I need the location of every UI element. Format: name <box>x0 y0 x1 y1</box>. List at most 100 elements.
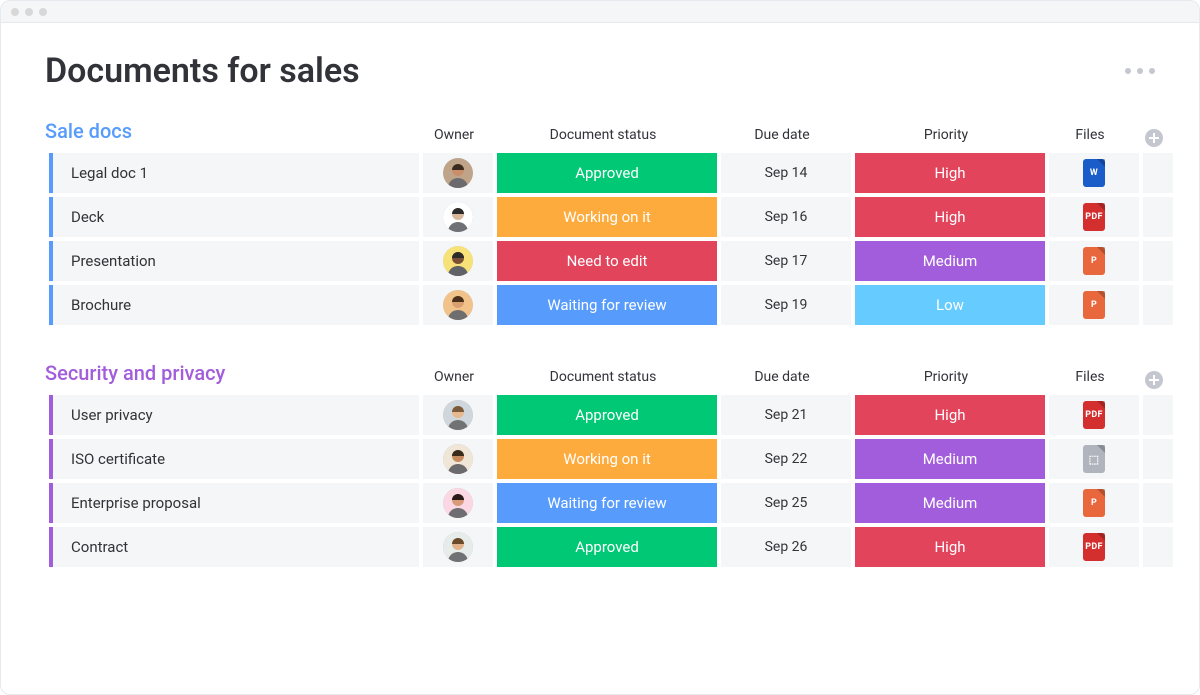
table-row[interactable]: Enterprise proposal Waiting for review S… <box>49 483 1155 523</box>
table-row[interactable]: Contract Approved Sep 26 High PDF <box>49 527 1155 567</box>
add-column-button[interactable] <box>1139 129 1169 147</box>
files-cell[interactable]: ⬚ <box>1049 439 1139 479</box>
item-name-cell[interactable]: Presentation <box>49 241 419 281</box>
page-content: Documents for sales Sale docs Owner Docu… <box>1 23 1199 613</box>
row-tail-cell <box>1143 439 1173 479</box>
word-file-icon[interactable]: W <box>1083 159 1105 187</box>
status-cell[interactable]: Waiting for review <box>497 483 717 523</box>
due-date-cell[interactable]: Sep 17 <box>721 241 851 281</box>
status-cell[interactable]: Approved <box>497 395 717 435</box>
column-header-due[interactable]: Due date <box>717 127 847 147</box>
status-cell[interactable]: Approved <box>497 527 717 567</box>
pdf-file-icon[interactable]: PDF <box>1083 533 1105 561</box>
due-date-cell[interactable]: Sep 14 <box>721 153 851 193</box>
files-cell[interactable]: P <box>1049 483 1139 523</box>
table-row[interactable]: Brochure Waiting for review Sep 19 Low P <box>49 285 1155 325</box>
pdf-file-icon[interactable]: PDF <box>1083 401 1105 429</box>
item-name-cell[interactable]: ISO certificate <box>49 439 419 479</box>
table-row[interactable]: User privacy Approved Sep 21 High PDF <box>49 395 1155 435</box>
column-header-owner[interactable]: Owner <box>419 369 489 389</box>
status-cell[interactable]: Need to edit <box>497 241 717 281</box>
row-tail-cell <box>1143 153 1173 193</box>
due-date-cell[interactable]: Sep 25 <box>721 483 851 523</box>
priority-cell[interactable]: Low <box>855 285 1045 325</box>
pdf-file-icon[interactable]: PDF <box>1083 203 1105 231</box>
files-cell[interactable]: PDF <box>1049 197 1139 237</box>
priority-cell[interactable]: High <box>855 153 1045 193</box>
ppt-file-icon[interactable]: P <box>1083 247 1105 275</box>
avatar[interactable] <box>443 202 473 232</box>
priority-cell[interactable]: High <box>855 197 1045 237</box>
item-name-cell[interactable]: Legal doc 1 <box>49 153 419 193</box>
files-cell[interactable]: PDF <box>1049 527 1139 567</box>
page-title: Documents for sales <box>45 51 360 91</box>
avatar[interactable] <box>443 400 473 430</box>
item-name-cell[interactable]: Contract <box>49 527 419 567</box>
files-cell[interactable]: P <box>1049 241 1139 281</box>
column-header-status[interactable]: Document status <box>493 369 713 389</box>
status-cell[interactable]: Working on it <box>497 197 717 237</box>
priority-cell[interactable]: Medium <box>855 241 1045 281</box>
owner-cell[interactable] <box>423 197 493 237</box>
due-date-cell[interactable]: Sep 19 <box>721 285 851 325</box>
ppt-file-icon[interactable]: P <box>1083 489 1105 517</box>
owner-cell[interactable] <box>423 241 493 281</box>
page-header: Documents for sales <box>45 51 1155 91</box>
row-tail-cell <box>1143 197 1173 237</box>
column-header-files[interactable]: Files <box>1045 369 1135 389</box>
table-row[interactable]: Presentation Need to edit Sep 17 Medium … <box>49 241 1155 281</box>
column-header-status[interactable]: Document status <box>493 127 713 147</box>
files-cell[interactable]: W <box>1049 153 1139 193</box>
avatar[interactable] <box>443 488 473 518</box>
item-name-cell[interactable]: Deck <box>49 197 419 237</box>
table-row[interactable]: ISO certificate Working on it Sep 22 Med… <box>49 439 1155 479</box>
traffic-light-dot <box>11 8 19 16</box>
avatar[interactable] <box>443 158 473 188</box>
status-cell[interactable]: Working on it <box>497 439 717 479</box>
traffic-light-dot <box>25 8 33 16</box>
group-title[interactable]: Sale docs <box>45 119 415 147</box>
column-header-priority[interactable]: Priority <box>851 127 1041 147</box>
more-options-button[interactable] <box>1125 68 1155 74</box>
status-cell[interactable]: Approved <box>497 153 717 193</box>
row-tail-cell <box>1143 285 1173 325</box>
column-header-priority[interactable]: Priority <box>851 369 1041 389</box>
row-tail-cell <box>1143 241 1173 281</box>
column-header-due[interactable]: Due date <box>717 369 847 389</box>
priority-cell[interactable]: High <box>855 395 1045 435</box>
priority-cell[interactable]: Medium <box>855 483 1045 523</box>
avatar[interactable] <box>443 290 473 320</box>
owner-cell[interactable] <box>423 483 493 523</box>
zip-file-icon[interactable]: ⬚ <box>1083 445 1105 473</box>
owner-cell[interactable] <box>423 395 493 435</box>
group-title[interactable]: Security and privacy <box>45 361 415 389</box>
files-cell[interactable]: PDF <box>1049 395 1139 435</box>
priority-cell[interactable]: Medium <box>855 439 1045 479</box>
due-date-cell[interactable]: Sep 21 <box>721 395 851 435</box>
table-row[interactable]: Legal doc 1 Approved Sep 14 High W <box>49 153 1155 193</box>
owner-cell[interactable] <box>423 439 493 479</box>
due-date-cell[interactable]: Sep 22 <box>721 439 851 479</box>
column-header-files[interactable]: Files <box>1045 127 1135 147</box>
status-cell[interactable]: Waiting for review <box>497 285 717 325</box>
owner-cell[interactable] <box>423 153 493 193</box>
column-header-owner[interactable]: Owner <box>419 127 489 147</box>
item-name-cell[interactable]: User privacy <box>49 395 419 435</box>
due-date-cell[interactable]: Sep 26 <box>721 527 851 567</box>
avatar[interactable] <box>443 246 473 276</box>
traffic-light-dot <box>39 8 47 16</box>
row-tail-cell <box>1143 527 1173 567</box>
priority-cell[interactable]: High <box>855 527 1045 567</box>
files-cell[interactable]: P <box>1049 285 1139 325</box>
item-name-cell[interactable]: Brochure <box>49 285 419 325</box>
due-date-cell[interactable]: Sep 16 <box>721 197 851 237</box>
avatar[interactable] <box>443 532 473 562</box>
item-name-cell[interactable]: Enterprise proposal <box>49 483 419 523</box>
ppt-file-icon[interactable]: P <box>1083 291 1105 319</box>
plus-icon <box>1145 371 1163 389</box>
add-column-button[interactable] <box>1139 371 1169 389</box>
owner-cell[interactable] <box>423 285 493 325</box>
owner-cell[interactable] <box>423 527 493 567</box>
avatar[interactable] <box>443 444 473 474</box>
table-row[interactable]: Deck Working on it Sep 16 High PDF <box>49 197 1155 237</box>
